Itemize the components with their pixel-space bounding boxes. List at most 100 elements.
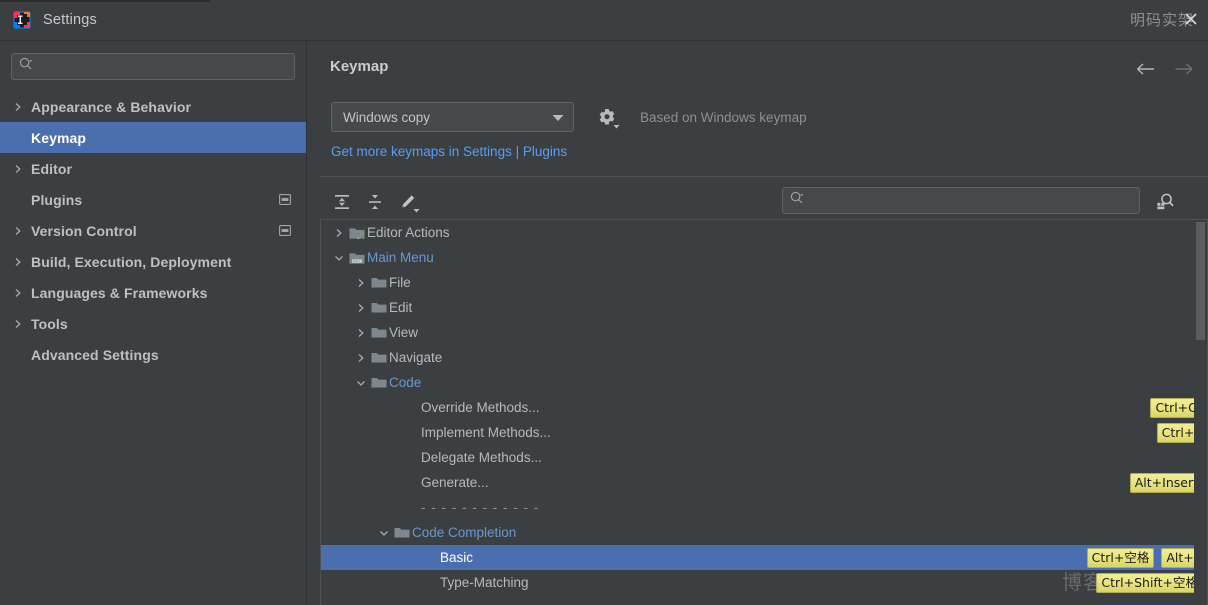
- expand-all-icon[interactable]: [328, 189, 355, 215]
- sidebar-item-build-execution-deployment[interactable]: Build, Execution, Deployment: [0, 246, 306, 277]
- tree-row-label: Navigate: [389, 350, 442, 365]
- scrollbar-thumb[interactable]: [1196, 222, 1205, 340]
- keymap-tree-toolbar: [320, 184, 1208, 219]
- tree-row[interactable]: Main Menu: [321, 245, 1207, 270]
- arrow-right-icon[interactable]: [1172, 57, 1196, 81]
- folder-icon: [369, 301, 389, 314]
- chevron-right-icon[interactable]: [353, 278, 369, 288]
- gear-icon[interactable]: [596, 106, 618, 128]
- tree-row-label: Code Completion: [412, 525, 516, 540]
- close-icon[interactable]: [1180, 8, 1202, 30]
- sidebar-item-appearance-behavior[interactable]: Appearance & Behavior: [0, 91, 306, 122]
- sidebar-item-label: Advanced Settings: [31, 347, 159, 363]
- sidebar-item-languages-frameworks[interactable]: Languages & Frameworks: [0, 277, 306, 308]
- tree-row-label: Main Menu: [367, 250, 434, 265]
- folder-icon: [369, 376, 389, 389]
- keymap-scheme-dropdown[interactable]: Windows copy: [331, 102, 574, 132]
- keymap-tree[interactable]: Editor Actions Main Menu: [320, 219, 1208, 605]
- tree-row-label: Edit: [389, 300, 412, 315]
- vertical-scrollbar[interactable]: [1194, 220, 1207, 605]
- sidebar-item-tools[interactable]: Tools: [0, 308, 306, 339]
- divider: [320, 176, 1208, 177]
- tree-row-label: Code: [389, 375, 421, 390]
- sidebar-item-label: Languages & Frameworks: [31, 285, 207, 301]
- tree-row[interactable]: Code: [321, 370, 1207, 395]
- shortcut-badge: Ctrl+Shift+空格: [1096, 573, 1203, 593]
- sidebar-search-field[interactable]: [38, 60, 287, 74]
- tree-separator-label: - - - - - - - - - - - -: [421, 500, 539, 515]
- arrow-left-icon[interactable]: [1134, 57, 1158, 81]
- sidebar-item-label: Tools: [31, 316, 68, 332]
- external-window-icon: [279, 223, 291, 239]
- tree-row[interactable]: Basic Ctrl+空格 Alt+/: [321, 545, 1207, 570]
- chevron-right-icon[interactable]: [353, 303, 369, 313]
- sidebar-item-version-control[interactable]: Version Control: [0, 215, 306, 246]
- sidebar-item-label: Appearance & Behavior: [31, 99, 191, 115]
- folder-icon: [369, 326, 389, 339]
- tree-row[interactable]: Implement Methods... Ctrl+I: [321, 420, 1207, 445]
- main-menu-icon: [347, 251, 367, 265]
- find-by-shortcut-icon[interactable]: [1152, 188, 1178, 214]
- tree-separator: - - - - - - - - - - - -: [321, 495, 1207, 520]
- get-more-keymaps-link[interactable]: Get more keymaps in Settings | Plugins: [331, 144, 567, 159]
- shortcut-list: Ctrl+空格 Alt+/: [1087, 548, 1203, 568]
- chevron-right-icon[interactable]: [353, 328, 369, 338]
- chevron-right-icon[interactable]: [13, 164, 31, 174]
- sidebar-item-keymap[interactable]: Keymap: [0, 122, 306, 153]
- tree-row[interactable]: Override Methods... Ctrl+O: [321, 395, 1207, 420]
- chevron-right-icon[interactable]: [13, 288, 31, 298]
- folder-icon: [369, 351, 389, 364]
- title-bar: Settings 明码实架: [0, 0, 1208, 41]
- tree-row[interactable]: Navigate: [321, 345, 1207, 370]
- tree-row[interactable]: Type-Matching Ctrl+Shift+空格: [321, 570, 1207, 595]
- keymap-scheme-row: Windows copy Based on Windows keymap: [331, 102, 807, 132]
- tree-row-label: Type-Matching: [440, 575, 529, 590]
- keymap-search-field[interactable]: [809, 194, 1132, 208]
- tree-row[interactable]: Generate... Alt+Insert: [321, 470, 1207, 495]
- sidebar-item-label: Plugins: [31, 192, 82, 208]
- tree-row-label: Basic: [440, 550, 473, 565]
- search-icon: [790, 191, 804, 210]
- sidebar-item-editor[interactable]: Editor: [0, 153, 306, 184]
- chevron-right-icon[interactable]: [331, 228, 347, 238]
- chevron-right-icon[interactable]: [13, 319, 31, 329]
- chevron-right-icon[interactable]: [13, 102, 31, 112]
- tree-row[interactable]: Delegate Methods...: [321, 445, 1207, 470]
- chevron-down-icon[interactable]: [331, 253, 347, 263]
- keymap-settings-pane: Keymap Windows copy: [308, 41, 1208, 605]
- keymap-search-input[interactable]: [782, 187, 1140, 214]
- edit-pencil-icon[interactable]: [394, 189, 421, 215]
- shortcut-badge: Alt+Insert: [1130, 473, 1203, 493]
- chevron-right-icon[interactable]: [353, 353, 369, 363]
- sidebar-item-advanced-settings[interactable]: Advanced Settings: [0, 339, 306, 370]
- chevron-down-icon[interactable]: [353, 378, 369, 388]
- keymap-scheme-value: Windows copy: [343, 110, 551, 125]
- sidebar-item-label: Build, Execution, Deployment: [31, 254, 231, 270]
- tree-row-label: Delegate Methods...: [421, 450, 542, 465]
- tree-row[interactable]: File: [321, 270, 1207, 295]
- sidebar-item-label: Keymap: [31, 130, 86, 146]
- tree-row[interactable]: Edit: [321, 295, 1207, 320]
- shortcut-list: Ctrl+Shift+空格: [1096, 573, 1203, 593]
- chevron-right-icon[interactable]: [13, 257, 31, 267]
- chevron-right-icon[interactable]: [13, 226, 31, 236]
- shortcut-badge: Ctrl+空格: [1087, 548, 1155, 568]
- chevron-down-icon[interactable]: [376, 528, 392, 538]
- sidebar-item-plugins[interactable]: Plugins: [0, 184, 306, 215]
- tree-row-label: Implement Methods...: [421, 425, 551, 440]
- external-window-icon: [279, 192, 291, 208]
- tree-row[interactable]: View: [321, 320, 1207, 345]
- collapse-all-icon[interactable]: [361, 189, 388, 215]
- chevron-down-icon[interactable]: [551, 110, 565, 125]
- history-nav: [1134, 57, 1196, 81]
- sidebar-nav-list: Appearance & Behavior Keymap Editor Plug…: [0, 91, 306, 370]
- folder-icon: [392, 526, 412, 539]
- sidebar-search-wrap: [0, 41, 306, 80]
- tree-row[interactable]: Editor Actions: [321, 220, 1207, 245]
- settings-sidebar: Appearance & Behavior Keymap Editor Plug…: [0, 41, 307, 605]
- page-title: Keymap: [330, 58, 388, 75]
- tree-row[interactable]: Code Completion: [321, 520, 1207, 545]
- search-input[interactable]: [11, 53, 295, 80]
- intellij-idea-icon: [13, 11, 31, 29]
- tree-row-label: Editor Actions: [367, 225, 450, 240]
